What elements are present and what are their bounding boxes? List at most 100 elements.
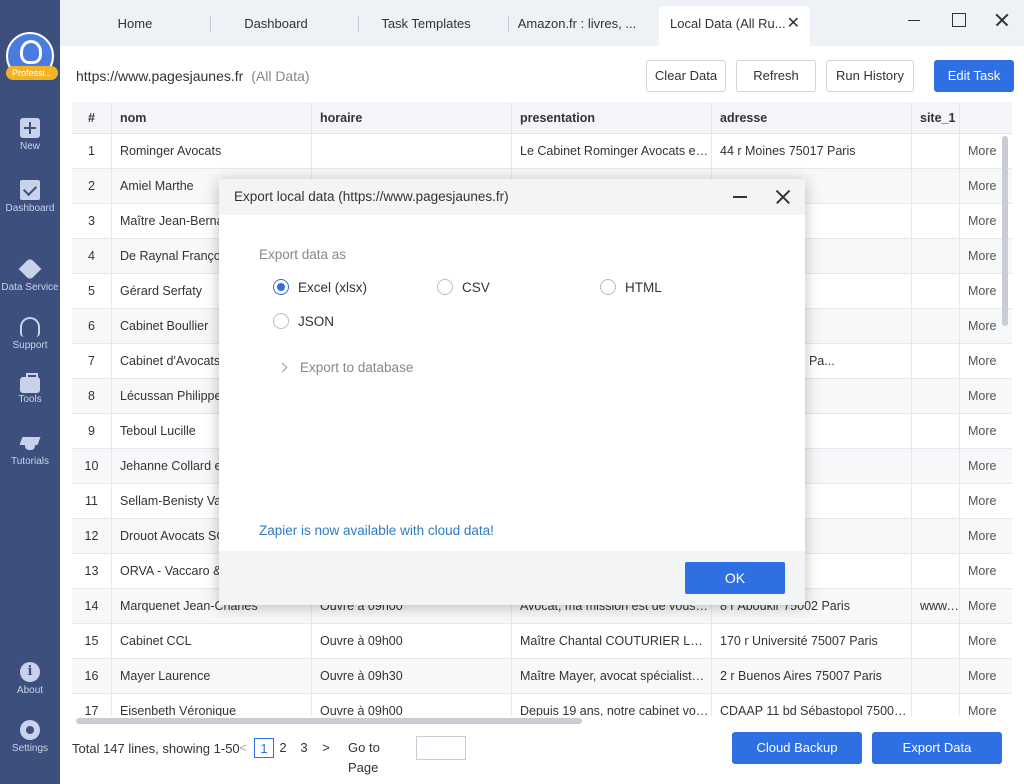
- column-header: #: [72, 102, 112, 133]
- headset-icon: [20, 317, 40, 337]
- cell-nom: Mayer Laurence: [112, 659, 312, 693]
- clear-data-button[interactable]: Clear Data: [646, 60, 726, 92]
- cell-site: [912, 344, 960, 378]
- horizontal-scrollbar[interactable]: [76, 718, 582, 724]
- sidebar-item-support[interactable]: Support: [0, 317, 60, 351]
- export-format-label: Export data as: [259, 247, 347, 262]
- row-more-button[interactable]: More: [960, 519, 1012, 553]
- cloud-backup-button[interactable]: Cloud Backup: [732, 732, 862, 764]
- sidebar-item-label: Data Service: [1, 282, 59, 293]
- tab-task-templates[interactable]: Task Templates: [366, 8, 486, 40]
- data-scope-label: (All Data): [251, 68, 310, 84]
- row-number: 2: [72, 169, 112, 203]
- radio-html[interactable]: HTML: [600, 279, 662, 299]
- page-1-button[interactable]: 1: [254, 738, 274, 758]
- row-number: 13: [72, 554, 112, 588]
- window-maximize-button[interactable]: [946, 10, 970, 30]
- edit-task-button[interactable]: Edit Task: [934, 60, 1014, 92]
- tab-local-data[interactable]: Local Data (All Ru... ✕: [659, 6, 810, 46]
- sidebar: Professi... New Dashboard Data Service S…: [0, 0, 60, 784]
- cell-site: [912, 554, 960, 588]
- tab-amazon[interactable]: Amazon.fr : livres, ...: [512, 8, 642, 40]
- user-avatar[interactable]: Professi...: [6, 32, 58, 80]
- tab-separator: [508, 16, 509, 32]
- row-more-button[interactable]: More: [960, 589, 1012, 623]
- radio-unchecked-icon: [273, 313, 289, 330]
- chevron-right-icon: [277, 362, 288, 373]
- row-number: 11: [72, 484, 112, 518]
- ok-button[interactable]: OK: [685, 562, 785, 594]
- sidebar-item-dashboard[interactable]: Dashboard: [0, 180, 60, 214]
- cell-site: [912, 204, 960, 238]
- close-icon[interactable]: ✕: [787, 6, 800, 42]
- heart-check-icon: [20, 259, 40, 279]
- dialog-header: Export local data (https://www.pagesjaun…: [219, 179, 805, 215]
- sidebar-item-label: Support: [12, 340, 48, 351]
- tab-dashboard[interactable]: Dashboard: [216, 8, 336, 40]
- row-more-button[interactable]: More: [960, 554, 1012, 588]
- row-number: 17: [72, 694, 112, 716]
- sidebar-item-tutorials[interactable]: Tutorials: [0, 433, 60, 467]
- row-more-button[interactable]: More: [960, 449, 1012, 483]
- row-number: 5: [72, 274, 112, 308]
- cell-horaire: Ouvre à 09h30: [312, 659, 512, 693]
- export-dialog: Export local data (https://www.pagesjaun…: [219, 179, 805, 605]
- row-more-button[interactable]: More: [960, 344, 1012, 378]
- row-more-button[interactable]: More: [960, 624, 1012, 658]
- go-to-page-input[interactable]: [416, 736, 466, 760]
- row-more-button[interactable]: More: [960, 484, 1012, 518]
- sidebar-item-data-service[interactable]: Data Service: [0, 259, 60, 293]
- cell-nom: Eisenbeth Véronique: [112, 694, 312, 716]
- cell-adresse: 44 r Moines 75017 Paris: [712, 134, 912, 168]
- page-2-button[interactable]: 2: [276, 738, 290, 758]
- zapier-link[interactable]: Zapier is now available with cloud data!: [259, 523, 494, 538]
- chat-support-icon[interactable]: [954, 726, 996, 756]
- radio-excel[interactable]: Excel (xlsx): [273, 279, 367, 299]
- cell-nom: Cabinet CCL: [112, 624, 312, 658]
- sidebar-item-new[interactable]: New: [0, 118, 60, 152]
- page-3-button[interactable]: 3: [297, 738, 311, 758]
- vertical-scrollbar[interactable]: [1002, 136, 1008, 326]
- cell-site: [912, 274, 960, 308]
- table-row[interactable]: 16 Mayer Laurence Ouvre à 09h30 Maître Maye…: [72, 659, 1012, 694]
- cell-adresse: 170 r Université 75007 Paris: [712, 624, 912, 658]
- window-close-button[interactable]: [990, 10, 1014, 30]
- sidebar-item-label: Tutorials: [11, 456, 49, 467]
- row-number: 3: [72, 204, 112, 238]
- table-row[interactable]: 1 Rominger Avocats Le Cabinet Rominger Avo…: [72, 134, 1012, 169]
- radio-label: Excel (xlsx): [298, 280, 368, 295]
- row-number: 15: [72, 624, 112, 658]
- refresh-button[interactable]: Refresh: [736, 60, 816, 92]
- window-minimize-button[interactable]: [902, 10, 926, 30]
- prev-page-button[interactable]: <: [236, 738, 250, 758]
- cell-site: [912, 379, 960, 413]
- url-text: https://www.pagesjaunes.fr: [76, 68, 244, 84]
- dialog-close-button[interactable]: [775, 189, 791, 205]
- chart-icon: [20, 180, 40, 200]
- row-more-button[interactable]: More: [960, 379, 1012, 413]
- sidebar-item-about[interactable]: i About: [0, 662, 60, 696]
- run-history-button[interactable]: Run History: [826, 60, 914, 92]
- row-more-button[interactable]: More: [960, 414, 1012, 448]
- row-number: 8: [72, 379, 112, 413]
- radio-csv[interactable]: CSV: [437, 279, 490, 299]
- cell-site: [912, 449, 960, 483]
- next-page-button[interactable]: >: [319, 738, 333, 758]
- row-more-button[interactable]: More: [960, 659, 1012, 693]
- column-header: nom: [112, 102, 312, 133]
- graduation-cap-icon: [20, 433, 40, 453]
- radio-json[interactable]: JSON: [273, 313, 334, 333]
- plus-square-icon: [20, 118, 40, 138]
- dialog-minimize-button[interactable]: [733, 196, 747, 198]
- tab-home[interactable]: Home: [75, 8, 195, 40]
- table-row[interactable]: 15 Cabinet CCL Ouvre à 09h00 Maître Chantal…: [72, 624, 1012, 659]
- table-row[interactable]: 17 Eisenbeth Véronique Ouvre à 09h00 Depuis…: [72, 694, 1012, 716]
- expand-label: Export to database: [300, 360, 414, 375]
- sidebar-item-settings[interactable]: Settings: [0, 720, 60, 754]
- export-to-database-toggle[interactable]: Export to database: [277, 360, 414, 375]
- dialog-title: Export local data (https://www.pagesjaun…: [234, 189, 509, 204]
- go-to-page-label: Go to Page: [348, 740, 380, 775]
- sidebar-item-tools[interactable]: Tools: [0, 373, 60, 405]
- column-header: adresse: [712, 102, 912, 133]
- row-more-button[interactable]: More: [960, 694, 1012, 716]
